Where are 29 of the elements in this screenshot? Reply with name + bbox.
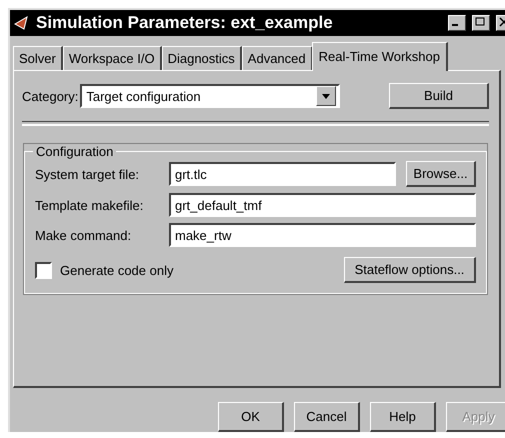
input-field[interactable]: grt_default_tmf — [169, 193, 476, 217]
checkbox-label: Generate code only — [60, 262, 174, 278]
field-label: Make command: — [35, 228, 132, 242]
maximize-icon — [473, 16, 487, 28]
tab[interactable]: Real-Time Workshop — [312, 42, 448, 71]
dialog-button[interactable]: Cancel — [294, 402, 360, 432]
tab[interactable]: Diagnostics — [162, 46, 242, 70]
minimize-icon — [452, 24, 458, 26]
browse-button[interactable]: Browse... — [406, 161, 476, 187]
group-title: Configuration — [35, 144, 114, 159]
field-label: Template makefile: — [35, 198, 144, 212]
minimize-button[interactable] — [448, 15, 466, 31]
input-field[interactable]: grt.tlc — [169, 162, 396, 186]
dialog-button[interactable]: Help — [370, 402, 436, 432]
maximize-button[interactable] — [472, 15, 490, 31]
stateflow-options-button[interactable]: Stateflow options... — [344, 257, 476, 283]
category-dropdown[interactable]: Target configuration — [80, 84, 340, 108]
build-button[interactable]: Build — [389, 83, 489, 109]
tab[interactable]: Advanced — [242, 46, 313, 70]
input-field[interactable]: make_rtw — [169, 223, 476, 247]
checkbox[interactable] — [35, 262, 52, 278]
window-title: Simulation Parameters: ext_example — [36, 13, 334, 33]
tab[interactable]: Solver — [13, 46, 63, 70]
app-icon — [14, 15, 30, 31]
caret-icon — [322, 94, 330, 98]
field-label: System target file: — [35, 166, 140, 182]
dialog-button[interactable]: OK — [218, 402, 284, 432]
tab[interactable]: Workspace I/O — [62, 46, 162, 70]
category-label: Category: — [22, 88, 78, 104]
